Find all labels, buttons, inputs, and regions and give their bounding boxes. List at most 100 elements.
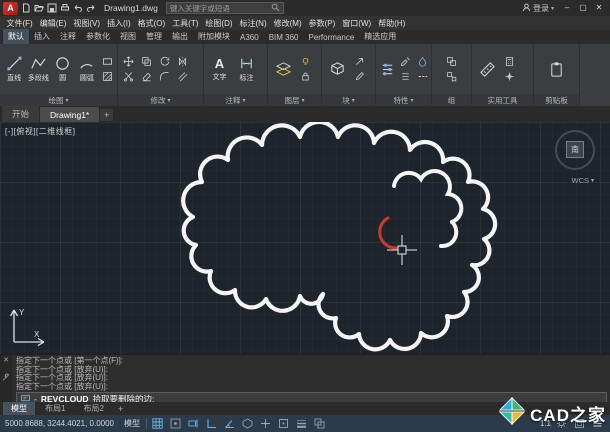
dimension-button[interactable]: 标注 [234,46,259,92]
snap-icon[interactable] [168,417,183,430]
menu-item-insert[interactable]: 插入(I) [104,18,135,29]
insert-arrow-icon[interactable] [352,55,366,68]
plot-icon[interactable] [60,3,70,13]
menu-item-draw[interactable]: 绘图(D) [202,18,236,29]
lock-icon[interactable] [298,70,312,83]
search-icon[interactable] [271,3,280,14]
ribbon-tab-add-ins[interactable]: 附加模块 [193,29,235,44]
grid-icon[interactable] [150,417,165,430]
ucs-icon[interactable]: Y X [6,298,48,346]
menu-item-edit[interactable]: 编辑(E) [36,18,70,29]
linetype-icon[interactable] [415,70,429,83]
transparency-icon[interactable] [312,417,327,430]
layer-properties-button[interactable] [271,46,296,92]
command-history[interactable]: 指定下一个点或 [第一个点(F)]: 指定下一个点或 [放弃(U)]: 指定下一… [12,355,610,402]
panel-label-block[interactable]: 块▾ [322,94,375,106]
maximize-button[interactable]: ▢ [575,1,591,15]
menu-item-window[interactable]: 窗口(W) [339,18,375,29]
ribbon-tab-annotate[interactable]: 注释 [55,29,81,44]
search-input[interactable]: 键入关键字或短语 [166,2,284,14]
ribbon-tab-featured-apps[interactable]: 精选应用 [359,29,401,44]
ribbon-tab-parametric[interactable]: 参数化 [81,29,115,44]
rotate-icon[interactable] [157,55,171,68]
menu-item-modify[interactable]: 修改(M) [270,18,305,29]
edit-pencil-icon[interactable] [352,70,366,83]
properties-button[interactable] [379,46,396,92]
panel-label-annotate[interactable]: 注释▾ [204,94,267,106]
close-button[interactable]: ✕ [591,1,607,15]
ungroup-icon[interactable] [445,70,459,83]
calculator-icon[interactable] [502,55,516,68]
isodraft-icon[interactable] [240,417,255,430]
redo-icon[interactable] [86,3,96,13]
wcs-menu[interactable]: WCS ▾ [571,176,594,185]
arc-button[interactable]: 圆弧 [76,46,98,92]
rectangle-icon[interactable] [100,55,114,68]
menu-item-dimension[interactable]: 标注(N) [236,18,270,29]
undo-icon[interactable] [73,3,83,13]
ribbon-tab-output[interactable]: 输出 [167,29,193,44]
new-layout-button[interactable]: + [114,404,127,414]
panel-label-layers[interactable]: 图层▾ [268,94,321,106]
ribbon-tab-a360[interactable]: A360 [235,31,264,44]
circle-button[interactable]: 圆 [52,46,74,92]
picked-edge-highlight[interactable] [380,218,396,248]
save-icon[interactable] [47,3,57,13]
new-file-icon[interactable] [21,3,31,13]
list-icon[interactable] [398,70,412,83]
layout-tab-layout2[interactable]: 布局2 [75,402,111,415]
menu-item-view[interactable]: 视图(V) [70,18,104,29]
dynamic-input-icon[interactable] [186,417,201,430]
polyline-button[interactable]: 多段线 [27,46,49,92]
text-button[interactable]: A 文字 [207,46,232,92]
revision-cloud[interactable] [183,122,495,349]
sign-in-button[interactable]: 登录 ▾ [522,3,554,14]
move-icon[interactable] [121,55,135,68]
mirror-icon[interactable] [175,55,189,68]
file-tab-drawing1[interactable]: Drawing1* [40,107,99,122]
layout-tab-model[interactable]: 模型 [3,402,35,415]
color-droplet-icon[interactable] [415,55,429,68]
insert-block-button[interactable] [325,46,350,92]
erase-icon[interactable] [139,70,153,83]
viewcube-cube-face[interactable]: 南 [566,141,584,158]
ribbon-tab-insert[interactable]: 插入 [29,29,55,44]
ribbon-tab-manage[interactable]: 管理 [141,29,167,44]
object-snap-tracking-icon[interactable] [258,417,273,430]
hatch-icon[interactable] [100,70,114,83]
group-icon[interactable] [445,55,459,68]
layout-tab-layout1[interactable]: 布局1 [37,402,73,415]
panel-label-utilities[interactable]: 实用工具 [472,94,533,106]
open-file-icon[interactable] [34,3,44,13]
ribbon-tab-home[interactable]: 默认 [3,29,29,44]
application-menu-button[interactable]: A [3,2,18,15]
panel-label-clipboard[interactable]: 剪贴板 [534,94,579,106]
copy-icon[interactable] [139,55,153,68]
file-tab-start[interactable]: 开始 [2,105,39,122]
inner-cloud-arc-side[interactable] [441,222,456,246]
measure-button[interactable] [475,46,500,92]
close-command-window-icon[interactable]: ✕ [3,357,9,364]
viewport-controls[interactable]: [-][俯视][二维线框] [5,126,76,137]
paste-button[interactable] [544,46,569,92]
id-point-icon[interactable] [502,70,516,83]
menu-item-help[interactable]: 帮助(H) [375,18,409,29]
ribbon-tab-bim360[interactable]: BIM 360 [264,31,304,44]
ribbon-tab-view[interactable]: 视图 [115,29,141,44]
menu-item-tools[interactable]: 工具(T) [169,18,202,29]
line-button[interactable]: 直线 [3,46,25,92]
lineweight-icon[interactable] [294,417,309,430]
model-space-button[interactable]: 模型 [121,418,143,429]
inner-cloud-arc-top[interactable] [394,171,461,222]
new-drawing-tab-button[interactable]: + [100,109,113,121]
customize-wrench-icon[interactable] [2,368,10,386]
drawing-canvas[interactable]: [-][俯视][二维线框] 南 WCS ▾ Y X [0,122,610,354]
menu-item-parametric[interactable]: 参数(P) [305,18,339,29]
polar-tracking-icon[interactable] [222,417,237,430]
match-properties-icon[interactable] [398,55,412,68]
menu-item-file[interactable]: 文件(F) [3,18,36,29]
menu-item-format[interactable]: 格式(O) [134,18,169,29]
panel-label-modify[interactable]: 修改▾ [118,94,203,106]
offset-icon[interactable] [175,70,189,83]
object-snap-icon[interactable] [276,417,291,430]
